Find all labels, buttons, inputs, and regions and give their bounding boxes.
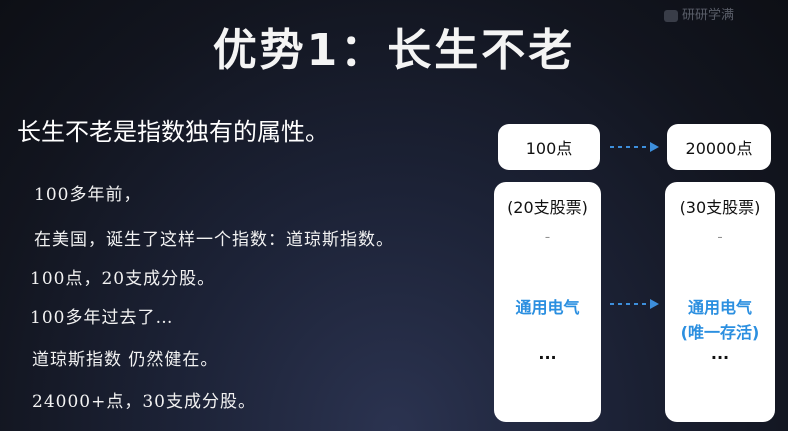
start-value-box: 100点 xyxy=(498,124,600,170)
slide-title: 优势1：长生不老 xyxy=(212,25,576,76)
end-components-header: (30支股票) xyxy=(679,198,761,217)
body-line: 100点，20支成分股。 xyxy=(30,269,216,289)
body-line: 100多年过去了… xyxy=(30,308,174,328)
start-components-dash: – xyxy=(545,232,550,243)
start-company-label: 通用电气 xyxy=(515,298,580,317)
body-line: 24000+点，30支成分股。 xyxy=(32,392,256,412)
start-components-header: (20支股票) xyxy=(507,198,588,217)
slide-subtitle: 长生不老是指数独有的属性。 xyxy=(17,118,329,146)
end-company-note: (唯一存活) xyxy=(680,323,760,342)
start-value-label: 100点 xyxy=(525,139,573,158)
start-components-box: (20支股票) – 通用电气 ... xyxy=(494,182,601,422)
end-components-dash: – xyxy=(717,232,723,243)
body-line: 道琼斯指数 仍然健在。 xyxy=(32,350,219,370)
value-growth-arrow xyxy=(610,142,659,152)
body-line: 100多年前， xyxy=(34,185,142,205)
end-value-box: 20000点 xyxy=(667,124,771,170)
company-survival-arrow xyxy=(610,299,659,309)
end-components-box: (30支股票) – 通用电气 (唯一存活) ... xyxy=(665,182,775,422)
start-components-ellipsis: ... xyxy=(538,344,557,363)
slide: 研研学满 优势1：长生不老 长生不老是指数独有的属性。 100多年前， 在美国，… xyxy=(0,0,788,431)
end-company-label: 通用电气 xyxy=(687,298,752,317)
end-value-label: 20000点 xyxy=(685,139,753,158)
end-components-ellipsis: ... xyxy=(710,344,730,363)
body-line: 在美国，诞生了这样一个指数：道琼斯指数。 xyxy=(34,230,394,250)
